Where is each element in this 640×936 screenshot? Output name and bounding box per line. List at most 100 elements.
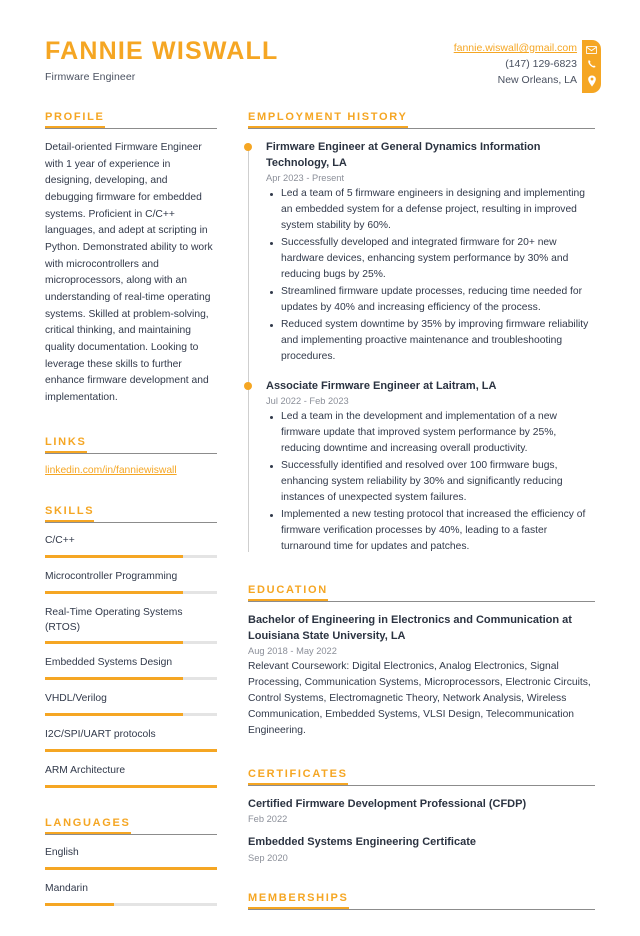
skills-list: C/C++ Microcontroller Programming Real-Tim… — [45, 534, 217, 789]
languages-title: LANGUAGES — [45, 818, 131, 835]
section-skills: SKILLS C/C++ Microcontroller Programming R… — [45, 502, 217, 789]
skill-item: Real-Time Operating Systems (RTOS) — [45, 606, 217, 645]
section-certificates: CERTIFICATES Certified Firmware Developm… — [248, 765, 595, 863]
section-profile: PROFILE Detail-oriented Firmware Enginee… — [45, 108, 217, 407]
skill-item: VHDL/Verilog — [45, 692, 217, 717]
contact-phone: (147) 129-6823 — [505, 57, 577, 70]
skill-label: I2C/SPI/UART protocols — [45, 729, 156, 741]
memberships-title: MEMBERSHIPS — [248, 893, 349, 910]
skill-bar-track — [45, 749, 217, 753]
employment-bullet: Reduced system downtime by 35% by improv… — [266, 317, 595, 365]
language-item: English — [45, 846, 217, 871]
section-memberships: MEMBERSHIPS — [248, 889, 595, 911]
skill-item: I2C/SPI/UART protocols — [45, 728, 217, 753]
certificates-heading: CERTIFICATES — [248, 765, 595, 786]
education-list: Bachelor of Engineering in Electronics a… — [248, 613, 595, 739]
profile-text: Detail-oriented Firmware Engineer with 1… — [45, 142, 213, 404]
sidebar-column: PROFILE Detail-oriented Firmware Enginee… — [45, 108, 217, 932]
employment-heading: EMPLOYMENT HISTORY — [248, 108, 595, 129]
employment-entry-date: Apr 2023 - Present — [266, 173, 345, 184]
employment-bullet-list: Led a team of 5 firmware engineers in de… — [266, 186, 595, 364]
employment-entry: Associate Firmware Engineer at Laitram, … — [244, 379, 595, 555]
education-heading: EDUCATION — [248, 581, 595, 602]
skill-label: ARM Architecture — [45, 765, 126, 777]
link-linkedin[interactable]: linkedin.com/in/fanniewiswall — [45, 465, 217, 476]
skill-bar-fill — [45, 677, 183, 681]
skill-bar-track — [45, 713, 217, 717]
language-bar-fill — [45, 867, 217, 871]
certificate-entry: Embedded Systems Engineering Certificate… — [248, 835, 595, 863]
employment-bullet: Implemented a new testing protocol that … — [266, 507, 595, 555]
skill-bar-track — [45, 590, 217, 594]
employment-bullet: Successfully developed and integrated fi… — [266, 235, 595, 283]
envelope-icon — [586, 45, 597, 54]
skill-item: Embedded Systems Design — [45, 656, 217, 681]
skills-heading: SKILLS — [45, 502, 217, 523]
skills-title: SKILLS — [45, 505, 95, 522]
section-employment: EMPLOYMENT HISTORY Firmware Engineer at … — [244, 108, 595, 555]
contact-icon-bar — [582, 40, 601, 93]
skill-bar-fill — [45, 785, 217, 789]
main-column: EMPLOYMENT HISTORY Firmware Engineer at … — [244, 108, 595, 936]
links-heading: LINKS — [45, 433, 217, 454]
links-title: LINKS — [45, 436, 87, 453]
certificate-entry: Certified Firmware Development Professio… — [248, 797, 595, 825]
education-entry-title: Bachelor of Engineering in Electronics a… — [248, 613, 572, 642]
employment-bullet-list: Led a team in the development and implem… — [266, 409, 595, 555]
skill-bar-track — [45, 554, 217, 558]
education-title: EDUCATION — [248, 584, 328, 601]
skill-bar-fill — [45, 590, 183, 594]
resume-page: FANNIE WISWALL Firmware Engineer fannie.… — [0, 0, 640, 911]
section-education: EDUCATION Bachelor of Engineering in Ele… — [248, 581, 595, 739]
skill-item: Microcontroller Programming — [45, 570, 217, 594]
education-entry: Bachelor of Engineering in Electronics a… — [248, 613, 595, 739]
memberships-heading: MEMBERSHIPS — [248, 889, 595, 911]
employment-entry-date: Jul 2022 - Feb 2023 — [266, 396, 349, 407]
certificate-entry-title: Certified Firmware Development Professio… — [248, 797, 527, 810]
skill-item: C/C++ — [45, 534, 217, 558]
certificates-list: Certified Firmware Development Professio… — [248, 797, 595, 863]
map-pin-icon — [587, 75, 597, 87]
employment-entry: Firmware Engineer at General Dynamics In… — [244, 140, 595, 365]
skill-label: Real-Time Operating Systems (RTOS) — [45, 606, 183, 633]
resume-header: FANNIE WISWALL Firmware Engineer fannie.… — [0, 0, 640, 108]
language-bar-track — [45, 902, 217, 906]
language-bar-track — [45, 867, 217, 871]
profile-heading: PROFILE — [45, 108, 217, 129]
employment-bullet: Successfully identified and resolved ove… — [266, 458, 595, 506]
employment-title: EMPLOYMENT HISTORY — [248, 112, 408, 128]
employment-timeline: Firmware Engineer at General Dynamics In… — [244, 140, 595, 555]
employment-entry-title: Associate Firmware Engineer at Laitram, … — [266, 379, 497, 392]
profile-title: PROFILE — [45, 112, 105, 128]
skill-bar-fill — [45, 749, 217, 753]
language-label: Mandarin — [45, 883, 88, 895]
certificate-entry-title: Embedded Systems Engineering Certificate — [248, 836, 477, 849]
skill-bar-fill — [45, 554, 183, 558]
skill-label: Embedded Systems Design — [45, 657, 173, 669]
contact-block: fannie.wiswall@gmail.com (147) 129-6823 … — [454, 41, 577, 89]
skill-bar-fill — [45, 641, 183, 645]
employment-bullet: Led a team in the development and implem… — [266, 409, 595, 457]
name-block: FANNIE WISWALL Firmware Engineer — [45, 37, 279, 83]
language-label: English — [45, 847, 79, 859]
employment-entry-title: Firmware Engineer at General Dynamics In… — [266, 141, 541, 169]
section-languages: LANGUAGES English Mandarin — [45, 814, 217, 906]
skill-bar-track — [45, 641, 217, 645]
phone-icon — [587, 59, 597, 69]
skill-item: ARM Architecture — [45, 764, 217, 789]
contact-location: New Orleans, LA — [497, 73, 577, 86]
skill-bar-track — [45, 785, 217, 789]
skill-bar-fill — [45, 713, 183, 717]
skill-bar-track — [45, 677, 217, 681]
skill-label: Microcontroller Programming — [45, 570, 178, 582]
candidate-job-title: Firmware Engineer — [45, 70, 136, 83]
employment-bullet: Led a team of 5 firmware engineers in de… — [266, 186, 595, 234]
certificate-entry-date: Sep 2020 — [248, 853, 288, 864]
timeline-dot-icon — [244, 381, 252, 390]
skill-label: C/C++ — [45, 534, 75, 546]
language-item: Mandarin — [45, 882, 217, 906]
candidate-name: FANNIE WISWALL — [45, 37, 279, 65]
contact-email[interactable]: fannie.wiswall@gmail.com — [454, 41, 577, 57]
languages-list: English Mandarin — [45, 846, 217, 906]
certificates-title: CERTIFICATES — [248, 768, 348, 785]
